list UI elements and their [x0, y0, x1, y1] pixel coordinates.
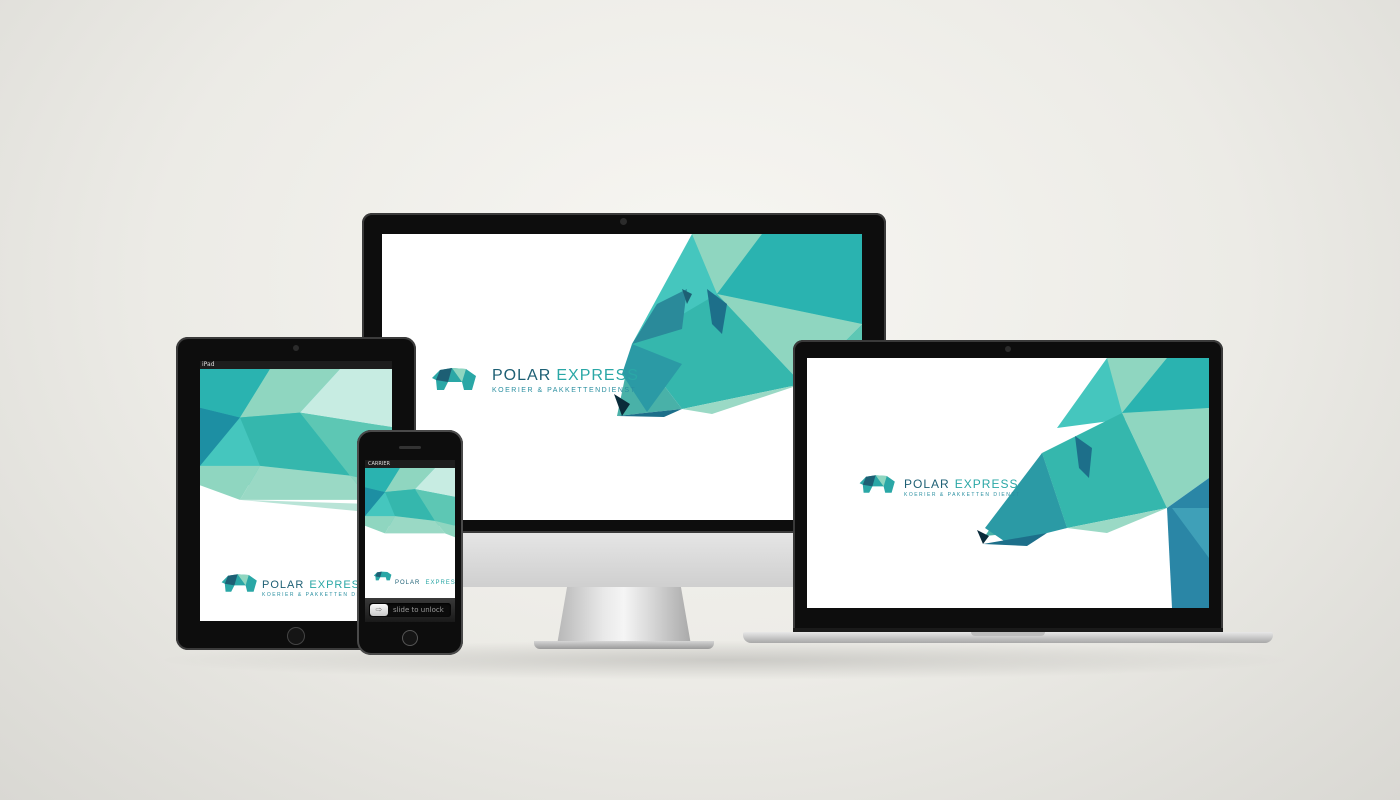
brand-tagline: KOERIER & PAKKETTEN DIENST: [904, 492, 1021, 498]
camera-icon: [1005, 346, 1011, 352]
bear-logo-icon: [373, 571, 392, 581]
brand-word-2: EXPRESS: [425, 580, 455, 586]
bear-logo-icon: [859, 475, 895, 493]
macbook-brand: POLAR EXPRESS KOERIER & PAKKETTEN DIENST: [904, 475, 1021, 498]
imac-brand: POLAR EXPRESS KOERIER & PAKKETTENDIENST: [492, 367, 639, 395]
imac-stand: [557, 583, 691, 645]
brand-word-1: POLAR: [262, 579, 305, 591]
brand-word-1: POLAR: [395, 580, 421, 586]
slide-to-unlock-label: slide to unlock: [393, 606, 444, 614]
iphone-carrier-label: CARRIER: [368, 461, 390, 467]
device-mockup-scene: POLAR EXPRESS KOERIER & PAKKETTENDIENST: [0, 0, 1400, 800]
bear-logo-icon: [432, 368, 476, 390]
macbook-notch: [971, 632, 1045, 636]
bear-logo-icon: [221, 574, 257, 592]
camera-icon: [620, 218, 627, 225]
brand-tagline: KOERIER & PAKKETTENDIENST: [492, 387, 637, 394]
ipad-carrier-label: iPad: [202, 361, 215, 368]
iphone-home-button[interactable]: [402, 630, 418, 646]
iphone-device: CARRIER POLAR EXPRESS: [357, 430, 463, 655]
macbook-device: POLAR EXPRESS KOERIER & PAKKETTEN DIENST: [743, 340, 1273, 645]
iphone-brand: POLAR EXPRESS: [395, 571, 455, 587]
brand-word-2: EXPRESS: [954, 477, 1019, 491]
brand-word-2: EXPRESS: [556, 367, 639, 384]
ipad-home-button[interactable]: [287, 627, 305, 645]
brand-word-1: POLAR: [492, 367, 552, 384]
imac-stand-base: [534, 641, 714, 649]
iphone-screen: CARRIER POLAR EXPRESS: [365, 460, 455, 622]
camera-icon: [293, 345, 299, 351]
iphone-speaker: [399, 446, 421, 449]
brand-word-1: POLAR: [904, 477, 950, 491]
macbook-screen: POLAR EXPRESS KOERIER & PAKKETTEN DIENST: [807, 358, 1209, 608]
slide-to-unlock-handle[interactable]: ⇨: [370, 604, 388, 616]
ipad-status-bar: [200, 361, 392, 369]
